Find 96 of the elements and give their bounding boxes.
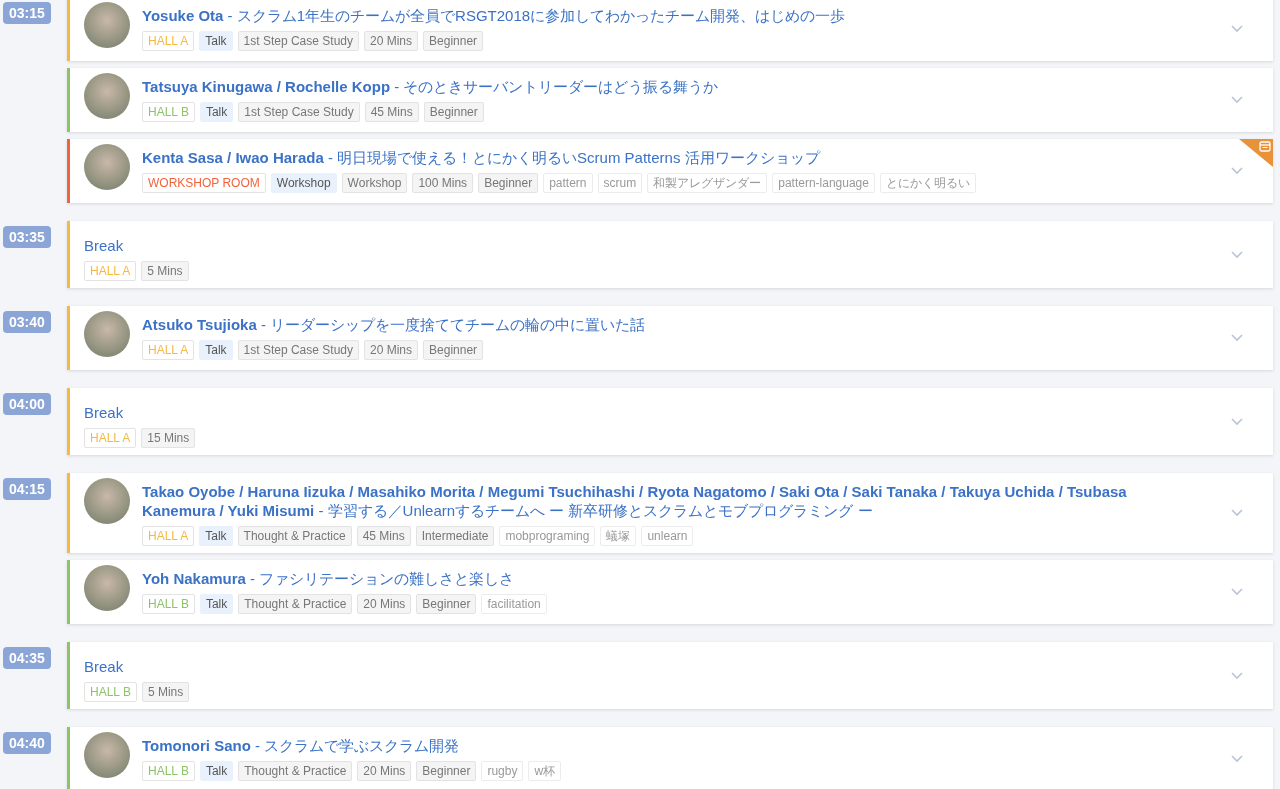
chevron-down-icon[interactable]	[1231, 755, 1243, 763]
info-tag: 5 Mins	[141, 682, 190, 702]
room-tag: HALL B	[84, 682, 137, 702]
session-title[interactable]: Kenta Sasa / Iwao Harada - 明日現場で使える！とにかく明るいScrum Patterns 活用ワークショップ	[142, 148, 820, 167]
avatar-photo-placeholder	[84, 144, 130, 190]
keyword-tag: w杯	[528, 761, 562, 781]
info-tag: Beginner	[423, 31, 484, 51]
session-title[interactable]: Yosuke Ota - スクラム1年生のチームが全員でRSGT2018に参加してわかったチーム開発、はじめの一歩	[142, 6, 846, 25]
time-label: 03:35	[3, 226, 51, 248]
keyword-tag: pattern	[543, 173, 593, 193]
room-tag: HALL B	[142, 102, 195, 122]
chevron-down-icon[interactable]	[1231, 417, 1243, 426]
chevron-down-icon[interactable]	[1231, 671, 1243, 680]
avatar-photo-placeholder	[84, 732, 130, 778]
room-tag: HALL B	[142, 761, 195, 781]
info-tag: 20 Mins	[364, 31, 419, 51]
session-title[interactable]: Break	[84, 403, 124, 422]
session-card[interactable]: Tomonori Sano - スクラムで学ぶスクラム開発 HALL B Talk Thought & Practice 20 Mins Beginner rugby w杯	[67, 727, 1273, 789]
avatar-photo-placeholder	[84, 311, 130, 357]
info-tag: 100 Mins	[412, 173, 474, 193]
type-tag: Talk	[199, 340, 233, 360]
session-card[interactable]: Break HALL A 15 Mins	[67, 388, 1273, 455]
keyword-tag: mobprograming	[499, 526, 596, 546]
session-title[interactable]: Yoh Nakamura - ファシリテーションの難しさと楽しさ	[142, 569, 515, 588]
avatar-photo-placeholder	[84, 2, 130, 48]
room-tag: WORKSHOP ROOM	[142, 173, 266, 193]
keyword-tag: pattern-language	[772, 173, 875, 193]
info-tag: Thought & Practice	[237, 526, 352, 546]
info-tag: Intermediate	[415, 526, 495, 546]
type-tag: Workshop	[270, 173, 337, 193]
session-card[interactable]: Break HALL A 5 Mins	[67, 221, 1273, 288]
keyword-tag: 蟻塚	[600, 526, 637, 546]
time-label: 04:40	[3, 732, 51, 754]
info-tag: 20 Mins	[357, 594, 412, 614]
time-label: 04:35	[3, 647, 51, 669]
session-title[interactable]: Tomonori Sano - スクラムで学ぶスクラム開発	[142, 736, 460, 755]
info-tag: 20 Mins	[357, 761, 412, 781]
type-tag: Talk	[199, 102, 234, 122]
session-card[interactable]: Tatsuya Kinugawa / Rochelle Kopp - そのときサーバントリーダーはどう振る舞うか HALL B Talk 1st Step Case Study 45 Mins Beginner	[67, 68, 1273, 132]
room-tag: HALL A	[142, 526, 195, 546]
session-card[interactable]	[67, 473, 1273, 553]
session-title[interactable]: Tatsuya Kinugawa / Rochelle Kopp - そのときサーバントリーダーはどう振る舞うか	[142, 77, 719, 96]
session-title[interactable]: Takao Oyobe / Haruna Iizuka / Masahiko Morita / Megumi Tsuchihashi / Ryota Nagatomo / Saki Ota / Saki Tanaka / Takuya Uchida / Tsubasa Kanemura / Yuki Misumi - 学習する／Unlearnするチームへ ー 新卒研修とスクラムとモブプログラミング ー	[142, 482, 1199, 520]
info-tag: 45 Mins	[364, 102, 419, 122]
avatar-photo-placeholder	[84, 478, 130, 524]
info-tag: 20 Mins	[364, 340, 419, 360]
type-tag: Talk	[199, 594, 234, 614]
info-tag: Thought & Practice	[238, 594, 353, 614]
room-tag: HALL A	[84, 428, 137, 448]
info-tag: Beginner	[423, 102, 484, 122]
keyword-tag: unlearn	[641, 526, 694, 546]
session-card[interactable]: Yosuke Ota - スクラム1年生のチームが全員でRSGT2018に参加してわかったチーム開発、はじめの一歩 HALL A Talk 1st Step Case Study 20 Mins Beginner	[67, 0, 1273, 61]
room-tag: HALL A	[84, 261, 137, 281]
chevron-down-icon[interactable]	[1231, 250, 1243, 259]
room-tag: HALL B	[142, 594, 195, 614]
avatar-photo-placeholder	[84, 565, 130, 611]
keyword-tag: rugby	[481, 761, 524, 781]
chevron-down-icon[interactable]	[1231, 588, 1243, 596]
chevron-down-icon[interactable]	[1231, 25, 1243, 33]
info-tag: Thought & Practice	[238, 761, 353, 781]
time-label: 04:00	[3, 393, 51, 415]
room-tag: HALL A	[142, 340, 195, 360]
info-tag: 1st Step Case Study	[238, 102, 360, 122]
keyword-tag: scrum	[597, 173, 643, 193]
chevron-down-icon[interactable]	[1231, 96, 1243, 104]
type-tag: Talk	[199, 526, 233, 546]
session-card[interactable]: Yoh Nakamura - ファシリテーションの難しさと楽しさ HALL B Talk Thought & Practice 20 Mins Beginner facilitation	[67, 560, 1273, 624]
avatar-photo-placeholder	[84, 73, 130, 119]
info-tag: 15 Mins	[141, 428, 196, 448]
session-card[interactable]: Kenta Sasa / Iwao Harada - 明日現場で使える！とにかく明るいScrum Patterns 活用ワークショップ WORKSHOP ROOM Workshop Workshop 100 Mins Beginner pattern scrum 和製アレグザンダー pattern-language とにかく明るい	[67, 139, 1273, 203]
info-tag: Beginner	[416, 761, 477, 781]
room-tag: HALL A	[142, 31, 195, 51]
keyword-tag: 和製アレグザンダー	[647, 173, 768, 193]
time-label: 04:15	[3, 478, 51, 500]
session-card[interactable]: Atsuko Tsujioka - リーダーシップを一度捨ててチームの輪の中に置いた話 HALL A Talk 1st Step Case Study 20 Mins Beginner	[67, 306, 1273, 370]
session-title[interactable]: Atsuko Tsujioka - リーダーシップを一度捨ててチームの輪の中に置いた話	[142, 315, 646, 334]
chevron-down-icon[interactable]	[1231, 334, 1243, 342]
info-tag: Workshop	[341, 173, 408, 193]
info-tag: Beginner	[416, 594, 477, 614]
info-tag: 1st Step Case Study	[237, 340, 359, 360]
info-tag: Beginner	[423, 340, 484, 360]
session-title[interactable]: Break	[84, 236, 124, 255]
chevron-down-icon[interactable]	[1231, 167, 1243, 175]
session-card[interactable]: Break HALL B 5 Mins	[67, 642, 1273, 709]
time-label: 03:40	[3, 311, 51, 333]
info-tag: 5 Mins	[141, 261, 189, 281]
info-tag: 1st Step Case Study	[237, 31, 359, 51]
keyword-tag: とにかく明るい	[879, 173, 976, 193]
info-tag: Beginner	[478, 173, 539, 193]
info-tag: 45 Mins	[356, 526, 411, 546]
type-tag: Talk	[199, 31, 233, 51]
time-label: 03:15	[3, 2, 51, 24]
keyword-tag: facilitation	[481, 594, 547, 614]
chevron-down-icon[interactable]	[1231, 509, 1243, 517]
session-title[interactable]: Break	[84, 657, 124, 676]
type-tag: Talk	[199, 761, 234, 781]
